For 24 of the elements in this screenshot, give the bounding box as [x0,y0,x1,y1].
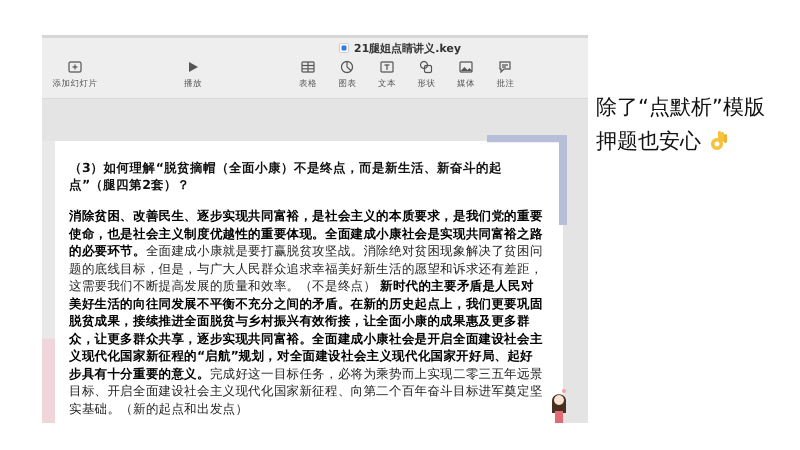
comment-icon [498,60,512,74]
toolbar-button[interactable]: 表格 [288,60,328,90]
image-icon [458,60,473,74]
table-icon [300,60,315,74]
cartoon-girl-drawing [549,387,569,423]
document-icon [338,43,349,53]
slide-heading: （3）如何理解“脱贫摘帽（全面小康）不是终点，而是新生活、新奋斗的起点”（腿四第2套）？ [69,159,503,193]
caption-text: 押题也安心 [596,128,701,155]
shapes-icon [419,60,434,74]
caption-text: 除了“点默析”模版 [596,94,765,121]
window-title: 21腿姐点睛讲义.key [354,40,462,56]
toolbar-button[interactable]: 形状 [406,60,446,90]
add-slide-icon [68,60,82,74]
toolbar-button[interactable]: 文本 [367,60,406,90]
text-box-icon [380,60,394,74]
toolbar-button[interactable]: 图表 [328,60,367,90]
toolbar-button[interactable]: 批注 [486,60,525,90]
pie-chart-icon [340,60,354,74]
toolbar-button[interactable]: 媒体 [446,60,486,90]
play-icon [186,60,200,74]
slide-paragraph: 消除贫困、改善民生、逐步实现共同富裕，是社会主义的本质要求，是我们党的重要使命，也是社会主义制度优越性的重要体现。全面建成小康社会是实现共同富裕之路的必要环节。全面建成小康就是要打赢脱贫攻坚战。消除绝对贫困现象解决了贫困问题的底线目标，但是，与广大人民群众追求幸福美好新生活的愿望和诉求还有差距，这需要我们不断提高发展的质量和效率。（不是终点） 新时代的主要矛盾是人民对美好生活的向往同发展不平衡不充分之间的矛盾。在新的历史起点上，我们更要巩固脱贫成果，接续推进全面脱贫与乡村振兴有效衔接，让全面小康的成果惠及更多群众，让更多群众共享，逐步实现共同富裕。全面建成小康社会是开启全面建设社会主义现代化国家新征程的“启航”规划，对全面建设社会主义现代化国家开好局、起好步具有十分重要的意义。完成好这一目标任务，必将为乘势而上实现二零三五年远景目标、开启全面建设社会主义现代化国家新征程、向第二个百年奋斗目标进军奠定坚实基础。（新的起点和出发点） [69,207,544,417]
ok-hand-icon [709,130,729,152]
toolbar-button[interactable]: 播放 [178,60,208,90]
toolbar-button[interactable]: 添加幻灯片 [50,60,100,90]
